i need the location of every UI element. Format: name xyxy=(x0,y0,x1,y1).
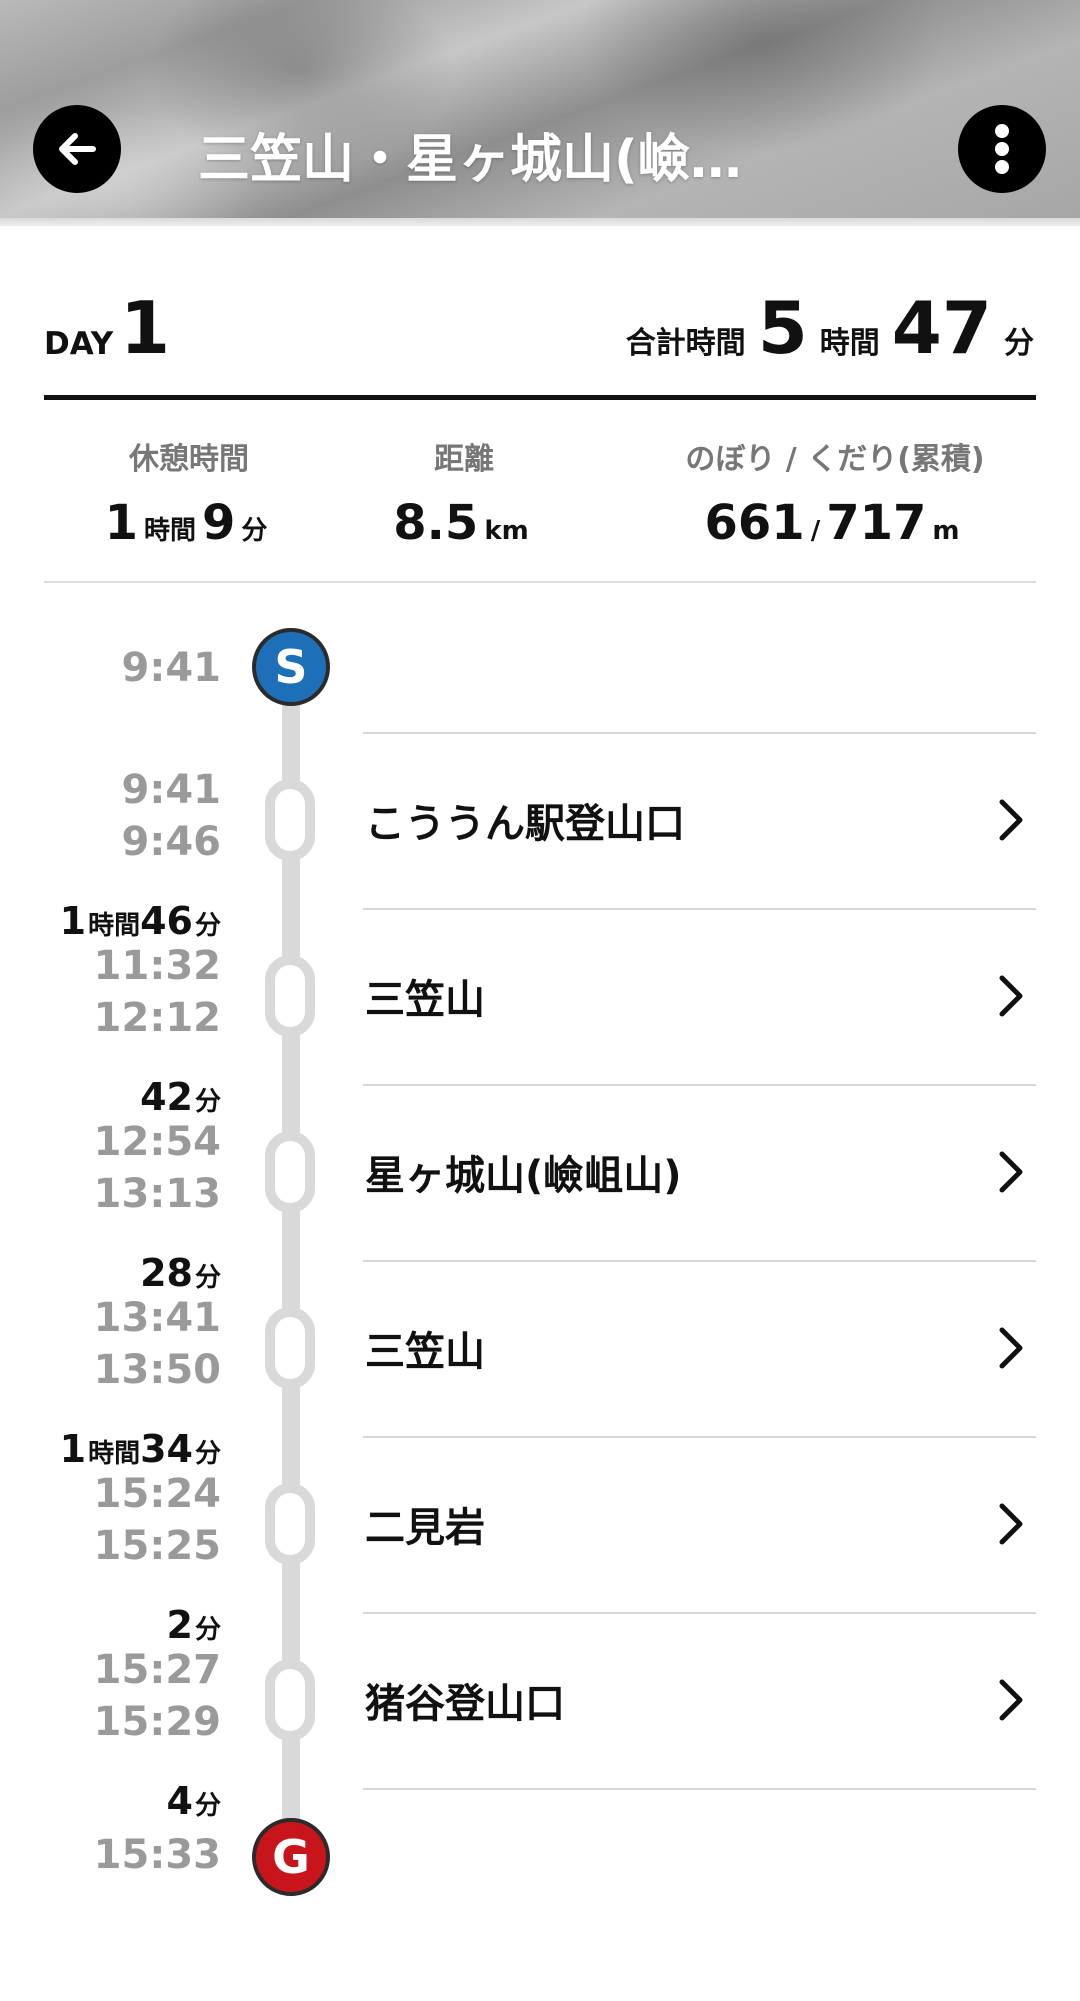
rest-time-label: 休憩時間 xyxy=(129,442,249,477)
duration-minutes: 46 xyxy=(140,899,193,943)
start-badge-label: S xyxy=(274,640,308,694)
segment-duration: 42分 xyxy=(21,1072,221,1130)
goal-time: 15:33 xyxy=(93,1832,221,1878)
goal-marker: G xyxy=(252,1818,330,1896)
chevron-right-icon[interactable] xyxy=(996,798,1026,842)
stop-node xyxy=(265,1131,315,1213)
chevron-right-icon[interactable] xyxy=(996,1678,1026,1722)
day-number: 1 xyxy=(120,286,171,370)
duration-hours: 1 xyxy=(59,1427,87,1471)
day-label: DAY xyxy=(44,326,114,362)
page-title: 三笠山・星ヶ城山(嶮… xyxy=(198,130,742,190)
segment-duration: 4分 xyxy=(21,1776,221,1834)
stop-name: 二見岩 xyxy=(365,1505,485,1551)
total-minutes: 47 xyxy=(891,286,992,370)
start-time: 9:41 xyxy=(121,645,222,691)
rest-hours-unit: 時間 xyxy=(143,516,196,546)
more-vertical-icon xyxy=(995,124,1009,174)
departure-time: 9:46 xyxy=(121,819,222,865)
stop-node xyxy=(265,1307,315,1389)
departure-time: 15:29 xyxy=(93,1699,221,1745)
chevron-right-icon[interactable] xyxy=(996,1502,1026,1546)
stop-name: 星ヶ城山(嶮岨山) xyxy=(365,1153,682,1199)
day-summary: DAY 1 合計時間 5 時間 47 分 xyxy=(44,288,1036,368)
row-divider xyxy=(363,1788,1036,1790)
rest-minutes-unit: 分 xyxy=(241,516,268,546)
departure-time: 12:12 xyxy=(93,995,221,1041)
total-hours: 5 xyxy=(757,286,808,370)
duration-hours: 1 xyxy=(59,899,87,943)
segment-duration: 1時間46分 xyxy=(21,896,221,954)
duration-minutes: 2 xyxy=(166,1603,193,1647)
duration-hours-unit: 時間 xyxy=(88,1439,141,1469)
elevation-label: のぼり / くだり(累積) xyxy=(685,442,985,477)
stop-name: 猪谷登山口 xyxy=(365,1681,565,1727)
stop-node xyxy=(265,779,315,861)
route-stats: 休憩時間 1 時間 9 分 距離 8.5 km のぼり / くだり(累積) 66… xyxy=(44,437,1036,557)
stop-row[interactable]: 猪谷登山口 xyxy=(363,1612,1036,1788)
segment-duration: 2分 xyxy=(21,1600,221,1658)
duration-minutes: 28 xyxy=(140,1251,193,1295)
duration-minutes: 34 xyxy=(140,1427,193,1471)
rest-minutes: 9 xyxy=(202,495,236,551)
segment-duration: 1時間34分 xyxy=(21,1424,221,1482)
stop-name: 三笠山 xyxy=(365,977,485,1023)
duration-minutes-unit: 分 xyxy=(194,911,221,941)
stop-node xyxy=(265,1483,315,1565)
summary-divider xyxy=(44,395,1036,400)
departure-time: 13:13 xyxy=(93,1171,221,1217)
duration-minutes: 42 xyxy=(140,1075,193,1119)
distance-unit: km xyxy=(484,516,529,546)
elevation-unit: m xyxy=(932,516,960,546)
duration-minutes-unit: 分 xyxy=(194,1791,221,1821)
rest-time-stat: 休憩時間 1 時間 9 分 xyxy=(44,437,334,555)
stop-row[interactable]: こううん駅登山口 xyxy=(363,732,1036,908)
segment-duration: 28分 xyxy=(21,1248,221,1306)
duration-minutes: 4 xyxy=(166,1779,193,1823)
arrival-time: 9:41 xyxy=(121,767,222,813)
departure-time: 15:25 xyxy=(93,1523,221,1569)
stop-node xyxy=(265,955,315,1037)
arrow-left-icon xyxy=(59,133,96,165)
start-marker: S xyxy=(252,628,330,706)
goal-badge-label: G xyxy=(272,1830,310,1884)
back-button[interactable] xyxy=(33,105,121,193)
departure-time: 13:50 xyxy=(93,1347,221,1393)
distance-label: 距離 xyxy=(434,442,494,477)
distance-value: 8.5 xyxy=(393,495,479,551)
stop-row[interactable]: 三笠山 xyxy=(363,1260,1036,1436)
chevron-right-icon[interactable] xyxy=(996,1150,1026,1194)
stats-divider xyxy=(44,581,1036,583)
rest-hours: 1 xyxy=(104,495,138,551)
elevation-stat: のぼり / くだり(累積) 661 / 717 m xyxy=(634,437,1036,555)
duration-minutes-unit: 分 xyxy=(194,1087,221,1117)
minutes-unit: 分 xyxy=(1004,326,1034,361)
header-divider xyxy=(0,218,1080,226)
more-options-button[interactable] xyxy=(958,105,1046,193)
duration-minutes-unit: 分 xyxy=(194,1439,221,1469)
chevron-right-icon[interactable] xyxy=(996,1326,1026,1370)
distance-stat: 距離 8.5 km xyxy=(334,437,594,555)
duration-minutes-unit: 分 xyxy=(194,1263,221,1293)
stop-row[interactable]: 三笠山 xyxy=(363,908,1036,1084)
duration-minutes-unit: 分 xyxy=(194,1615,221,1645)
duration-hours-unit: 時間 xyxy=(88,911,141,941)
stop-row[interactable]: 星ヶ城山(嶮岨山) xyxy=(363,1084,1036,1260)
elevation-up: 661 xyxy=(704,495,805,551)
total-time-label: 合計時間 xyxy=(625,326,746,361)
chevron-right-icon[interactable] xyxy=(996,974,1026,1018)
stop-name: こううん駅登山口 xyxy=(365,801,685,847)
hours-unit: 時間 xyxy=(819,326,880,361)
stop-name: 三笠山 xyxy=(365,1329,485,1375)
total-time: 合計時間 5 時間 47 分 xyxy=(626,288,1034,368)
elevation-separator: / xyxy=(810,516,821,546)
elevation-down: 717 xyxy=(826,495,927,551)
stop-row[interactable]: 二見岩 xyxy=(363,1436,1036,1612)
stop-node xyxy=(265,1659,315,1741)
